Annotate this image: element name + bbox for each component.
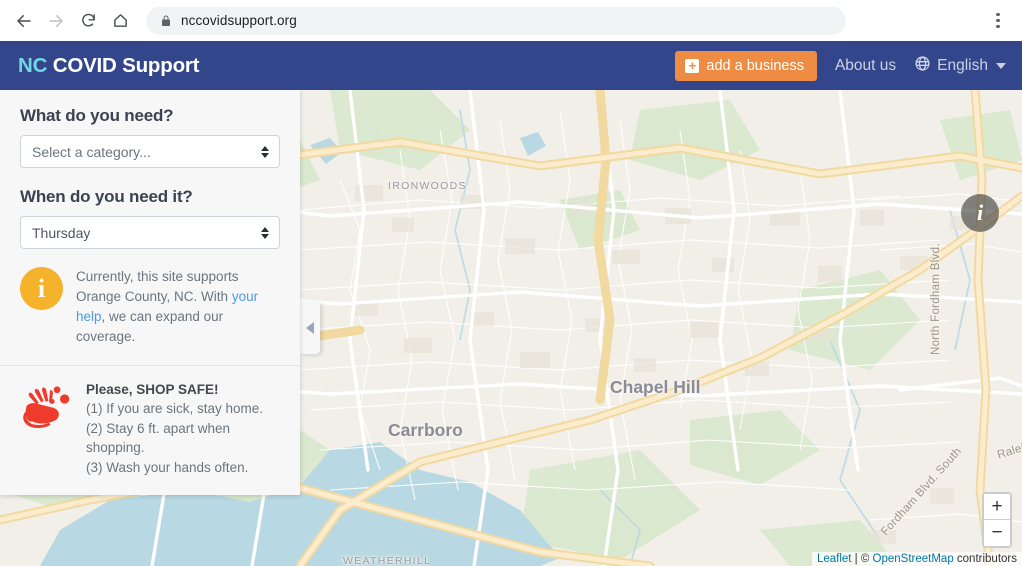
category-select-value: Select a category... bbox=[32, 143, 151, 160]
washing-hands-icon bbox=[20, 383, 74, 435]
shop-safe-line-2: (2) Stay 6 ft. apart when shopping. bbox=[86, 420, 231, 456]
shop-safe-panel: Please, SHOP SAFE! (1) If you are sick, … bbox=[0, 366, 300, 495]
zoom-out-button[interactable]: − bbox=[984, 520, 1010, 546]
plus-icon: + bbox=[685, 58, 700, 73]
add-business-label: add a business bbox=[706, 57, 804, 74]
url-text: nccovidsupport.org bbox=[181, 13, 297, 28]
coverage-notice-text: Currently, this site supports Orange Cou… bbox=[76, 266, 280, 347]
filter-panel: What do you need? Select a category... W… bbox=[0, 90, 300, 365]
zoom-in-button[interactable]: + bbox=[984, 494, 1010, 520]
language-selector[interactable]: English bbox=[914, 55, 1006, 77]
select-arrows-icon bbox=[261, 226, 269, 239]
lock-icon bbox=[160, 15, 172, 27]
category-select[interactable]: Select a category... bbox=[20, 135, 280, 168]
main-stage: IRONWOODS Chapel Hill Carrboro WEATHERHI… bbox=[0, 90, 1022, 566]
info-circle-icon: i bbox=[20, 267, 63, 310]
app-header: NC COVID Support + add a business About … bbox=[0, 41, 1022, 90]
address-bar[interactable]: nccovidsupport.org bbox=[146, 6, 846, 35]
shop-safe-text: Please, SHOP SAFE! (1) If you are sick, … bbox=[86, 380, 282, 477]
reload-button[interactable] bbox=[74, 7, 102, 35]
map-info-button[interactable]: i bbox=[961, 194, 999, 232]
back-arrow-icon bbox=[15, 12, 33, 30]
header-nav: + add a business About us English bbox=[675, 50, 1006, 81]
about-us-link[interactable]: About us bbox=[835, 57, 896, 75]
sidebar-collapse-button[interactable] bbox=[300, 302, 320, 354]
shop-safe-line-1: (1) If you are sick, stay home. bbox=[86, 401, 264, 416]
three-dot-menu-icon[interactable] bbox=[984, 7, 1012, 35]
shop-safe-title: Please, SHOP SAFE! bbox=[86, 382, 219, 397]
collapse-left-arrow-icon bbox=[306, 322, 314, 334]
brand-prefix: NC bbox=[18, 53, 48, 77]
filter-sidebar: What do you need? Select a category... W… bbox=[0, 90, 300, 495]
home-icon bbox=[112, 12, 129, 29]
day-select[interactable]: Thursday bbox=[20, 216, 280, 249]
globe-icon bbox=[914, 55, 931, 77]
notice-text-before: Currently, this site supports Orange Cou… bbox=[76, 269, 239, 304]
openstreetmap-link[interactable]: OpenStreetMap bbox=[873, 553, 954, 565]
home-button[interactable] bbox=[106, 7, 134, 35]
language-label: English bbox=[937, 56, 988, 74]
when-question-label: When do you need it? bbox=[20, 187, 193, 206]
shop-safe-line-3: (3) Wash your hands often. bbox=[86, 459, 249, 475]
coverage-notice: i Currently, this site supports Orange C… bbox=[20, 266, 280, 347]
attribution-separator: | © bbox=[851, 553, 873, 565]
forward-arrow-icon bbox=[47, 12, 65, 30]
day-select-value: Thursday bbox=[32, 224, 91, 241]
attribution-suffix: contributors bbox=[953, 553, 1017, 565]
select-arrows-icon bbox=[261, 145, 269, 158]
chevron-down-icon bbox=[996, 62, 1006, 69]
brand-logo[interactable]: NC COVID Support bbox=[18, 53, 200, 78]
back-button[interactable] bbox=[10, 7, 38, 35]
add-business-button[interactable]: + add a business bbox=[675, 50, 817, 81]
brand-rest: COVID Support bbox=[52, 53, 200, 77]
reload-icon bbox=[80, 12, 97, 29]
forward-button[interactable] bbox=[42, 7, 70, 35]
browser-toolbar: nccovidsupport.org bbox=[0, 0, 1022, 41]
leaflet-link[interactable]: Leaflet bbox=[817, 553, 852, 565]
need-question-label: What do you need? bbox=[20, 106, 174, 125]
map-zoom-controls: + − bbox=[982, 492, 1012, 548]
map-attribution: Leaflet | © OpenStreetMap contributors bbox=[811, 552, 1022, 566]
